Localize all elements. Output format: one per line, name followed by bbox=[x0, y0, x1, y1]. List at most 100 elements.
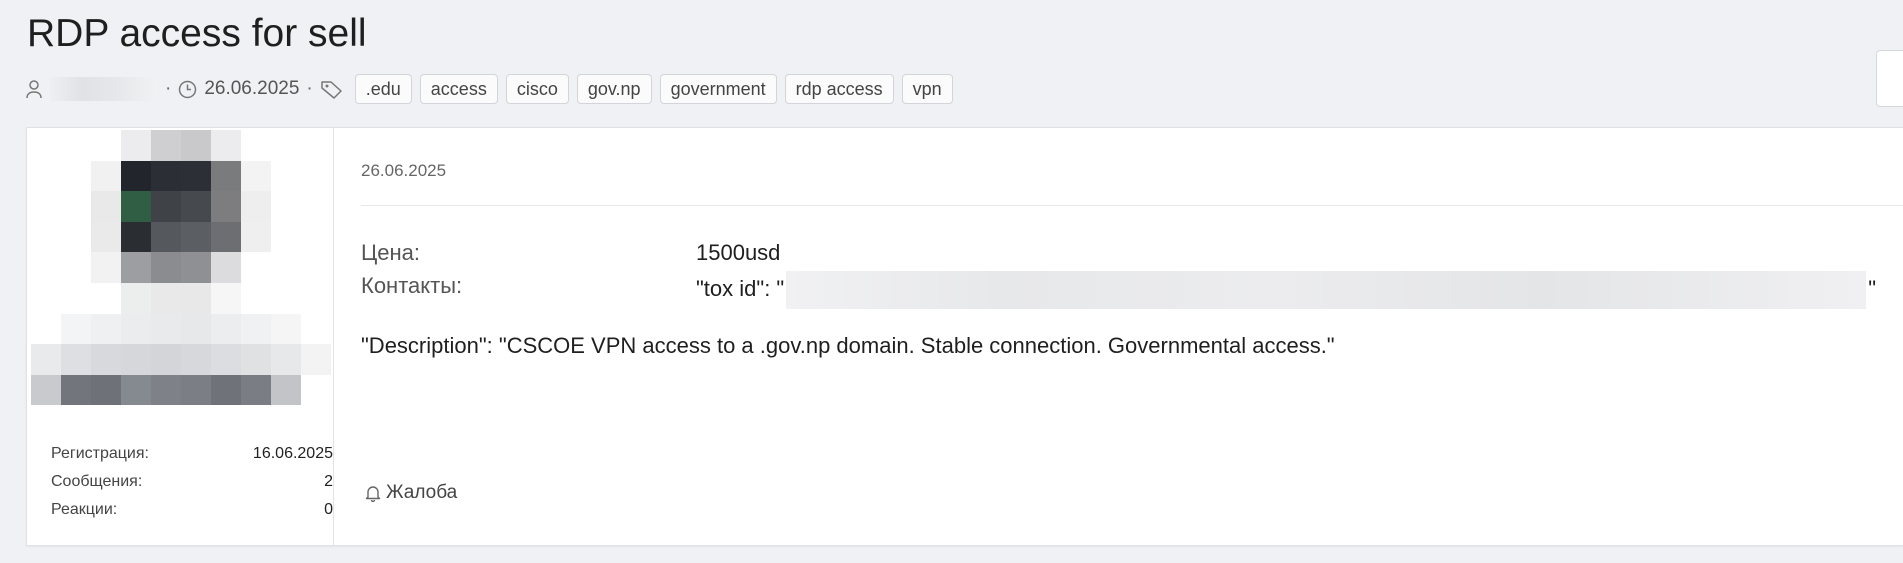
avatar-pixel bbox=[271, 130, 301, 161]
avatar-pixel bbox=[241, 374, 271, 406]
avatar-pixel bbox=[121, 130, 151, 161]
avatar-pixel bbox=[31, 221, 61, 253]
post-description: "Description": "CSCOE VPN access to a .g… bbox=[361, 333, 1335, 358]
avatar-pixel bbox=[211, 191, 241, 222]
avatar-pixel bbox=[91, 252, 121, 283]
avatar-pixel bbox=[271, 405, 301, 436]
avatar-pixel bbox=[211, 160, 241, 192]
contacts-label: Контакты: bbox=[361, 273, 463, 298]
avatar-pixel bbox=[301, 130, 331, 161]
avatar-pixel bbox=[61, 405, 91, 436]
avatar-pixel bbox=[241, 191, 271, 222]
avatar-pixel bbox=[271, 344, 301, 375]
avatar-pixel bbox=[241, 313, 271, 345]
tag-rdp-access[interactable]: rdp access bbox=[784, 74, 894, 104]
report-button[interactable]: Жалоба bbox=[364, 482, 457, 504]
stat-label: Реакции: bbox=[51, 501, 118, 518]
avatar-pixel bbox=[91, 283, 121, 314]
avatar-pixel bbox=[31, 252, 61, 283]
avatar-pixel bbox=[271, 160, 301, 192]
stat-label: Регистрация: bbox=[51, 445, 149, 462]
avatar-pixel bbox=[211, 130, 241, 161]
tag-icon bbox=[320, 79, 344, 99]
avatar-pixel bbox=[271, 374, 301, 406]
clock-icon bbox=[178, 80, 197, 99]
avatar-pixel bbox=[121, 283, 151, 314]
avatar-pixel bbox=[211, 221, 241, 253]
avatar-pixel bbox=[301, 344, 331, 375]
user-panel: Регистрация: 16.06.2025 Сообщения: 2 Реа… bbox=[27, 128, 334, 545]
avatar-pixel bbox=[151, 221, 181, 253]
tag-government[interactable]: government bbox=[659, 74, 777, 104]
avatar-pixel bbox=[61, 344, 91, 375]
avatar-pixel bbox=[181, 221, 211, 253]
avatar-pixel bbox=[151, 160, 181, 192]
stat-messages: Сообщения: 2 bbox=[51, 468, 333, 496]
stat-reactions: Реакции: 0 bbox=[51, 496, 333, 524]
avatar-pixel bbox=[121, 160, 151, 192]
avatar-pixel bbox=[151, 374, 181, 406]
avatar-pixel bbox=[301, 313, 331, 345]
avatar-pixel bbox=[61, 313, 91, 345]
author-name-redacted[interactable] bbox=[50, 77, 158, 101]
tag-edu[interactable]: .edu bbox=[354, 74, 412, 104]
avatar-pixel bbox=[181, 252, 211, 283]
post-body: 26.06.2025 Цена: 1500usd Контакты: "tox … bbox=[334, 128, 1903, 545]
avatar-pixel bbox=[121, 405, 151, 436]
avatar-pixel bbox=[271, 221, 301, 253]
avatar-pixel bbox=[271, 191, 301, 222]
avatar-pixel bbox=[61, 252, 91, 283]
avatar-pixel bbox=[31, 283, 61, 314]
avatar-pixel bbox=[91, 374, 121, 406]
avatar-pixel bbox=[61, 160, 91, 192]
avatar-pixel bbox=[31, 313, 61, 345]
avatar-pixel bbox=[151, 191, 181, 222]
avatar-pixel bbox=[241, 160, 271, 192]
thread-date[interactable]: 26.06.2025 bbox=[204, 78, 299, 100]
avatar-pixel bbox=[121, 221, 151, 253]
avatar-pixel bbox=[301, 405, 331, 436]
post-container: Регистрация: 16.06.2025 Сообщения: 2 Реа… bbox=[26, 127, 1903, 546]
avatar-pixel bbox=[151, 130, 181, 161]
contacts-value: "tox id": " " bbox=[696, 271, 1876, 309]
price-label: Цена: bbox=[361, 240, 421, 265]
avatar-pixel bbox=[211, 344, 241, 375]
avatar-pixel bbox=[181, 313, 211, 345]
tag-cisco[interactable]: cisco bbox=[505, 74, 569, 104]
tag-access[interactable]: access bbox=[419, 74, 498, 104]
avatar-pixel bbox=[211, 252, 241, 283]
avatar-pixel bbox=[91, 191, 121, 222]
avatar-pixel bbox=[121, 313, 151, 345]
avatar-pixel bbox=[91, 130, 121, 161]
avatar-pixel bbox=[241, 221, 271, 253]
avatar-pixel bbox=[181, 405, 211, 436]
avatar-pixel bbox=[271, 313, 301, 345]
avatar-pixel bbox=[301, 221, 331, 253]
avatar-pixel bbox=[181, 283, 211, 314]
avatar-pixel bbox=[271, 252, 301, 283]
tag-vpn[interactable]: vpn bbox=[901, 74, 953, 104]
thread-title: RDP access for sell bbox=[27, 12, 367, 55]
post-date[interactable]: 26.06.2025 bbox=[361, 161, 446, 181]
stat-value: 16.06.2025 bbox=[252, 445, 333, 462]
avatar-pixel bbox=[301, 283, 331, 314]
avatar-pixel bbox=[91, 344, 121, 375]
avatar-pixel bbox=[121, 374, 151, 406]
contacts-prefix: "tox id": " bbox=[696, 275, 785, 301]
report-label: Жалоба bbox=[386, 482, 458, 503]
avatar[interactable] bbox=[31, 130, 331, 436]
avatar-pixel bbox=[151, 313, 181, 345]
stat-value: 0 bbox=[324, 501, 333, 518]
avatar-pixel bbox=[61, 191, 91, 222]
bell-icon bbox=[364, 484, 382, 502]
contacts-suffix: " bbox=[1868, 275, 1877, 301]
avatar-pixel bbox=[61, 130, 91, 161]
tag-gov-np[interactable]: gov.np bbox=[576, 74, 652, 104]
stat-registration: Регистрация: 16.06.2025 bbox=[51, 440, 333, 468]
avatar-pixel bbox=[151, 344, 181, 375]
thread-tools-button-edge[interactable] bbox=[1876, 50, 1903, 107]
avatar-pixel bbox=[211, 405, 241, 436]
stat-label: Сообщения: bbox=[51, 473, 143, 490]
avatar-pixel bbox=[301, 374, 331, 406]
price-value: 1500usd bbox=[696, 240, 781, 265]
